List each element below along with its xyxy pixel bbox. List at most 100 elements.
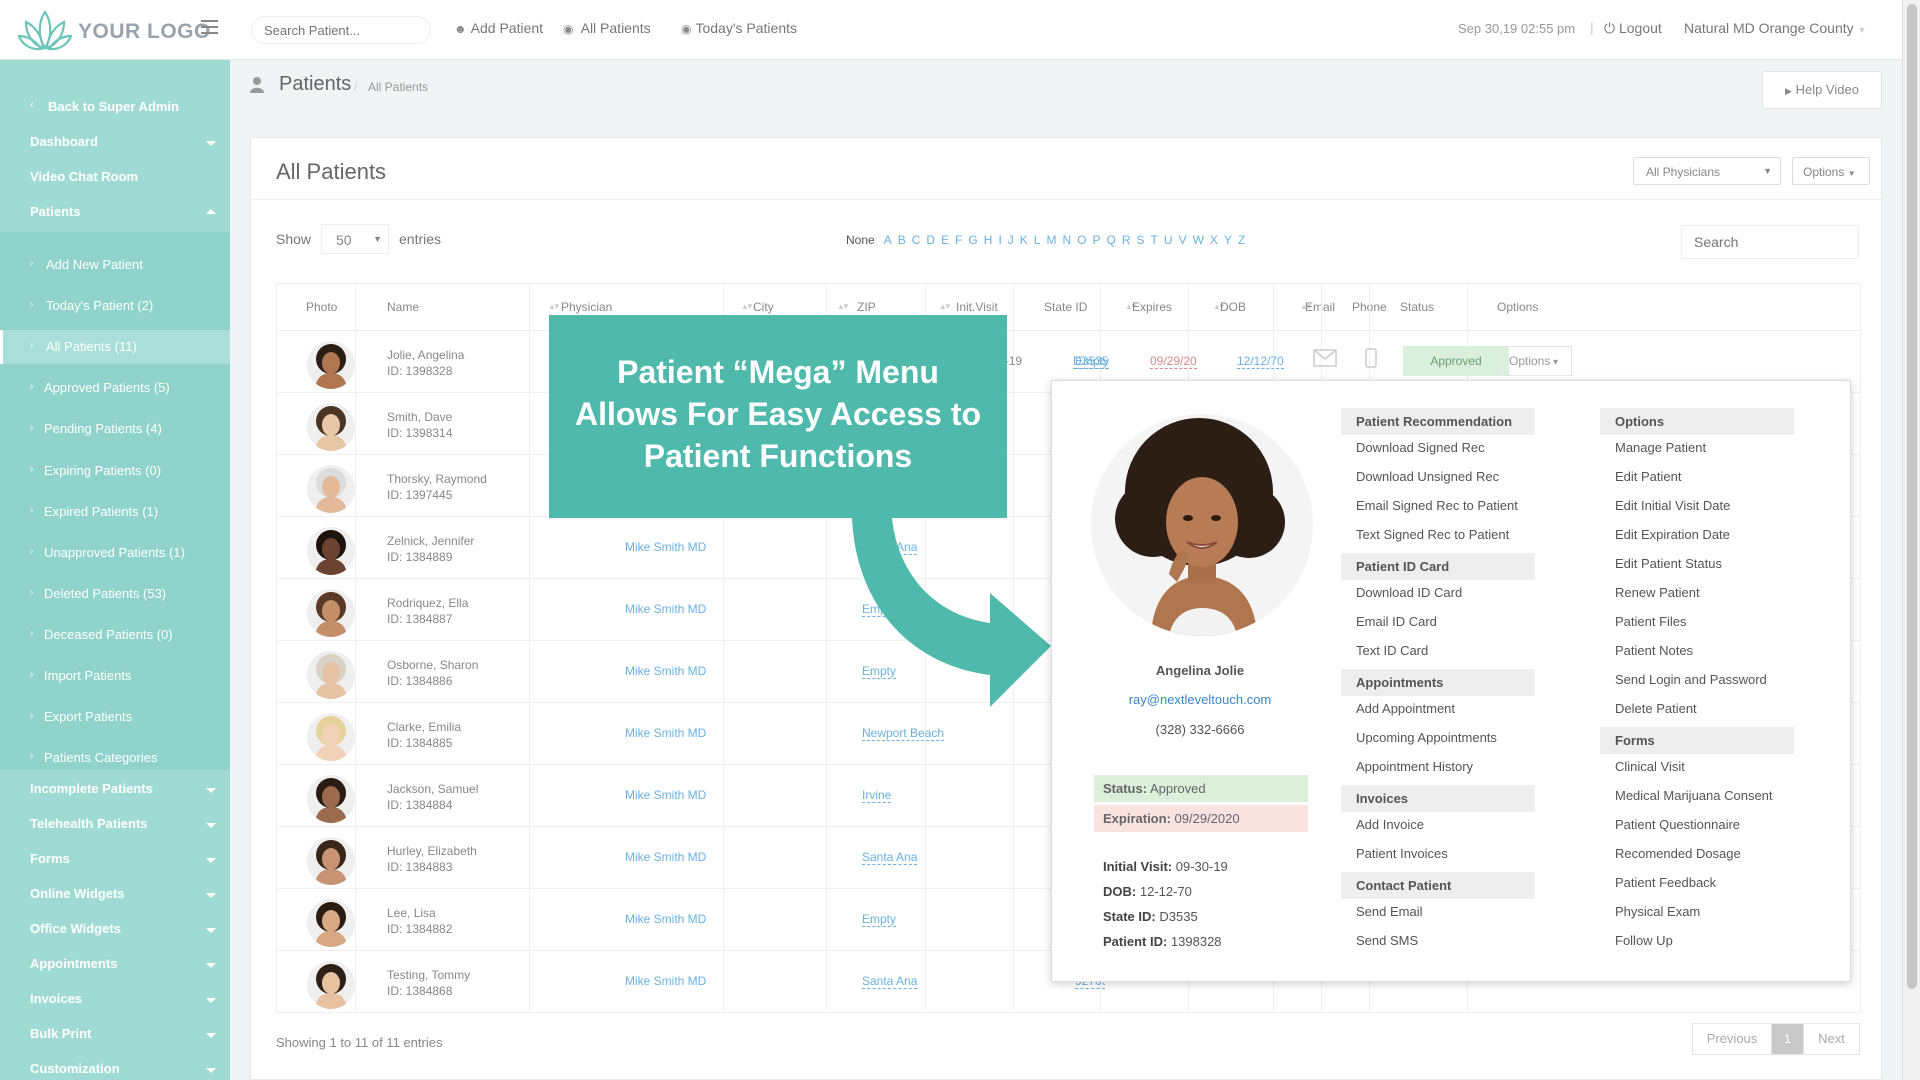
sort-icon[interactable]: ▲▼ bbox=[939, 302, 952, 311]
sidebar-item-forms[interactable]: Forms bbox=[0, 842, 230, 876]
alpha-filter-x[interactable]: X bbox=[1210, 233, 1218, 247]
menu-item-medical-marijuana-consent[interactable]: Medical Marijuana Consent bbox=[1615, 788, 1773, 803]
add-patient-link[interactable]: ☻ Add Patient bbox=[454, 20, 543, 36]
physician-link[interactable]: Mike Smith MD bbox=[625, 912, 706, 926]
alpha-filter-f[interactable]: F bbox=[955, 233, 962, 247]
state-id-editable[interactable]: D3535 bbox=[1073, 354, 1109, 369]
sidebar-subitem-add-new-patient[interactable]: › Add New Patient bbox=[0, 248, 230, 282]
sidebar-item-video-chat-room[interactable]: Video Chat Room bbox=[0, 160, 230, 194]
hamburger-menu-icon[interactable] bbox=[201, 20, 218, 34]
alpha-filter-l[interactable]: L bbox=[1034, 233, 1041, 247]
alpha-filter-w[interactable]: W bbox=[1193, 233, 1204, 247]
patient-name-cell[interactable]: Thorsky, Raymond ID: 1397445 bbox=[387, 471, 487, 503]
menu-item-download-signed-rec[interactable]: Download Signed Rec bbox=[1356, 440, 1485, 455]
column-header-dob[interactable]: DOB bbox=[1220, 300, 1246, 314]
column-header-name[interactable]: Name bbox=[387, 300, 419, 314]
sidebar-item-invoices[interactable]: Invoices bbox=[0, 982, 230, 1016]
menu-item-manage-patient[interactable]: Manage Patient bbox=[1615, 440, 1706, 455]
alpha-filter-n[interactable]: N bbox=[1062, 233, 1071, 247]
page-1-button[interactable]: 1 bbox=[1772, 1024, 1803, 1054]
menu-item-email-signed-rec-to-patient[interactable]: Email Signed Rec to Patient bbox=[1356, 498, 1518, 513]
patient-name-cell[interactable]: Hurley, Elizabeth ID: 1384883 bbox=[387, 843, 477, 875]
todays-patients-link[interactable]: ◉ Today's Patients bbox=[681, 20, 797, 36]
column-header-zip[interactable]: ZIP bbox=[857, 300, 876, 314]
menu-item-patient-questionnaire[interactable]: Patient Questionnaire bbox=[1615, 817, 1740, 832]
patient-email-link[interactable]: ray@nextleveltouch.com bbox=[1052, 692, 1348, 707]
table-search-input[interactable] bbox=[1681, 225, 1859, 259]
menu-item-edit-patient-status[interactable]: Edit Patient Status bbox=[1615, 556, 1722, 571]
panel-options-button[interactable]: Options ▼ bbox=[1792, 157, 1870, 185]
alpha-filter-g[interactable]: G bbox=[968, 233, 977, 247]
alpha-filter-c[interactable]: C bbox=[912, 233, 921, 247]
menu-item-patient-notes[interactable]: Patient Notes bbox=[1615, 643, 1693, 658]
mobile-phone-icon[interactable] bbox=[1365, 348, 1377, 371]
city-editable[interactable]: Empty bbox=[862, 912, 897, 927]
breadcrumb[interactable]: All Patients bbox=[368, 80, 428, 94]
sort-icon[interactable]: ▲▼ bbox=[741, 302, 754, 311]
physician-link[interactable]: Mike Smith MD bbox=[625, 850, 706, 864]
menu-item-patient-files[interactable]: Patient Files bbox=[1615, 614, 1687, 629]
sidebar-subitem-expiring-patients-0[interactable]: › Expiring Patients (0) bbox=[0, 454, 230, 488]
sidebar-item-incomplete-patients[interactable]: Incomplete Patients bbox=[0, 772, 230, 806]
sidebar-item-customization[interactable]: Customization bbox=[0, 1052, 230, 1080]
physician-link[interactable]: Mike Smith MD bbox=[625, 664, 706, 678]
column-header-expires[interactable]: Expires bbox=[1132, 300, 1172, 314]
alpha-filter-b[interactable]: B bbox=[898, 233, 906, 247]
physician-link[interactable]: Mike Smith MD bbox=[625, 602, 706, 616]
sidebar-subitem-deceased-patients-0[interactable]: › Deceased Patients (0) bbox=[0, 618, 230, 652]
city-editable[interactable]: Santa Ana bbox=[862, 850, 918, 865]
alpha-filter-m[interactable]: M bbox=[1046, 233, 1056, 247]
alpha-filter-k[interactable]: K bbox=[1020, 233, 1028, 247]
menu-item-appointment-history[interactable]: Appointment History bbox=[1356, 759, 1473, 774]
envelope-icon[interactable] bbox=[1313, 349, 1337, 370]
sidebar-subitem-unapproved-patients-1[interactable]: › Unapproved Patients (1) bbox=[0, 536, 230, 570]
alpha-filter-z[interactable]: Z bbox=[1238, 233, 1245, 247]
physician-filter-select[interactable]: All Physicians ▼ bbox=[1633, 157, 1781, 185]
menu-item-follow-up[interactable]: Follow Up bbox=[1615, 933, 1673, 948]
patient-name-cell[interactable]: Testing, Tommy ID: 1384868 bbox=[387, 967, 470, 999]
patient-name-cell[interactable]: Clarke, Emilia ID: 1384885 bbox=[387, 719, 461, 751]
alpha-filter-j[interactable]: J bbox=[1008, 233, 1014, 247]
sidebar-item-online-widgets[interactable]: Online Widgets bbox=[0, 877, 230, 911]
menu-item-text-signed-rec-to-patient[interactable]: Text Signed Rec to Patient bbox=[1356, 527, 1509, 542]
menu-item-physical-exam[interactable]: Physical Exam bbox=[1615, 904, 1700, 919]
all-patients-link[interactable]: ◉ All Patients bbox=[563, 20, 651, 36]
avatar[interactable] bbox=[307, 961, 355, 1009]
avatar[interactable] bbox=[307, 527, 355, 575]
patient-name-cell[interactable]: Rodriquez, Ella ID: 1384887 bbox=[387, 595, 468, 627]
menu-item-download-id-card[interactable]: Download ID Card bbox=[1356, 585, 1462, 600]
menu-item-clinical-visit[interactable]: Clinical Visit bbox=[1615, 759, 1685, 774]
sidebar-subitem-approved-patients-5[interactable]: › Approved Patients (5) bbox=[0, 371, 230, 405]
logout-link[interactable]: ⏻ Logout bbox=[1604, 20, 1662, 37]
menu-item-patient-invoices[interactable]: Patient Invoices bbox=[1356, 846, 1448, 861]
patient-name-cell[interactable]: Smith, Dave ID: 1398314 bbox=[387, 409, 452, 441]
sidebar-subitem-pending-patients-4[interactable]: › Pending Patients (4) bbox=[0, 412, 230, 446]
city-editable[interactable]: Newport Beach bbox=[862, 726, 945, 741]
city-editable[interactable]: Irvine bbox=[862, 788, 892, 803]
sidebar-subitem-patients-categories[interactable]: › Patients Categories bbox=[0, 741, 230, 775]
sidebar-back-to-super-admin[interactable]: ‹ Back to Super Admin bbox=[0, 90, 230, 124]
next-page-button[interactable]: Next bbox=[1803, 1024, 1859, 1054]
search-patient-input[interactable] bbox=[251, 16, 431, 44]
menu-item-send-sms[interactable]: Send SMS bbox=[1356, 933, 1418, 948]
avatar[interactable] bbox=[307, 837, 355, 885]
menu-item-download-unsigned-rec[interactable]: Download Unsigned Rec bbox=[1356, 469, 1499, 484]
menu-item-text-id-card[interactable]: Text ID Card bbox=[1356, 643, 1428, 658]
menu-item-renew-patient[interactable]: Renew Patient bbox=[1615, 585, 1700, 600]
sidebar-subitem-expired-patients-1[interactable]: › Expired Patients (1) bbox=[0, 495, 230, 529]
sidebar-item-bulk-print[interactable]: Bulk Print bbox=[0, 1017, 230, 1051]
avatar[interactable] bbox=[307, 465, 355, 513]
scrollbar-thumb[interactable] bbox=[1907, 4, 1917, 989]
column-header-status[interactable]: Status bbox=[1400, 300, 1434, 314]
alpha-filter-u[interactable]: U bbox=[1164, 233, 1173, 247]
menu-item-edit-initial-visit-date[interactable]: Edit Initial Visit Date bbox=[1615, 498, 1730, 513]
sidebar-subitem-import-patients[interactable]: › Import Patients bbox=[0, 659, 230, 693]
clinic-selector[interactable]: Natural MD Orange County ▼ bbox=[1684, 20, 1866, 36]
patient-name-cell[interactable]: Zelnick, Jennifer ID: 1384889 bbox=[387, 533, 474, 565]
menu-item-add-invoice[interactable]: Add Invoice bbox=[1356, 817, 1424, 832]
entries-per-page-select[interactable]: 50 ▼ bbox=[321, 224, 389, 254]
alpha-filter-r[interactable]: R bbox=[1122, 233, 1131, 247]
patient-name-cell[interactable]: Jolie, Angelina ID: 1398328 bbox=[387, 347, 464, 379]
sidebar-subitem-today-s-patient-2[interactable]: › Today's Patient (2) bbox=[0, 289, 230, 323]
column-header-physician[interactable]: Physician bbox=[561, 300, 612, 314]
